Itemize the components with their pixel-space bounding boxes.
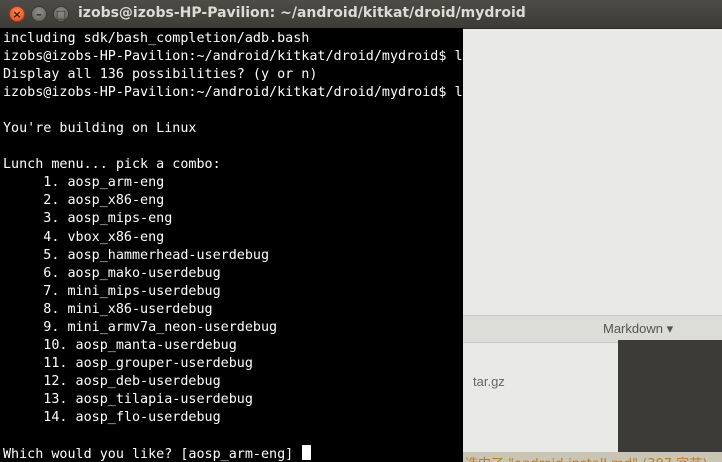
background-window: Markdown ▾ tar.gz 选中了 "android-install.m… xyxy=(463,28,722,462)
prompt-line[interactable]: Which would you like? [aosp_arm-eng] xyxy=(3,445,463,462)
terminal-line: izobs@izobs-HP-Pavilion:~/android/kitkat… xyxy=(3,85,463,101)
background-status-bar: 选中了 "android-install.md" (307 字节) xyxy=(463,452,722,462)
terminal-line: 10. aosp_manta-userdebug xyxy=(3,337,237,353)
terminal-line: 1. aosp_arm-eng xyxy=(3,175,165,191)
terminal-line: 2. aosp_x86-eng xyxy=(3,193,165,209)
markdown-dropdown[interactable]: Markdown ▾ xyxy=(603,321,673,337)
terminal-line: 12. aosp_deb-userdebug xyxy=(3,373,221,389)
terminal-line: 4. vbox_x86-eng xyxy=(3,229,165,245)
text-cursor xyxy=(302,445,312,461)
background-dark-panel xyxy=(618,340,722,452)
terminal-area[interactable]: including sdk/bash_completion/adb.bashiz… xyxy=(0,28,463,462)
terminal-line: Display all 136 possibilities? (y or n) xyxy=(3,67,318,83)
terminal-line: 14. aosp_flo-userdebug xyxy=(3,409,221,425)
terminal-line: 9. mini_armv7a_neon-userdebug xyxy=(3,319,278,335)
terminal-output: including sdk/bash_completion/adb.bashiz… xyxy=(0,28,463,462)
terminal-line: 3. aosp_mips-eng xyxy=(3,211,173,227)
terminal-line: You're building on Linux xyxy=(3,121,197,137)
close-icon[interactable]: × xyxy=(9,6,25,22)
window-titlebar: × – □ izobs@izobs-HP-Pavilion: ~/android… xyxy=(0,0,722,29)
terminal-line: izobs@izobs-HP-Pavilion:~/android/kitkat… xyxy=(3,49,463,65)
background-file-item: tar.gz xyxy=(463,348,633,418)
file-label: tar.gz xyxy=(473,374,505,389)
maximize-icon[interactable]: □ xyxy=(53,6,69,22)
terminal-line: including sdk/bash_completion/adb.bash xyxy=(3,31,310,46)
terminal-line: 13. aosp_tilapia-userdebug xyxy=(3,391,253,407)
prompt-text: Which would you like? [aosp_arm-eng] xyxy=(3,447,302,462)
terminal-line: 8. mini_x86-userdebug xyxy=(3,301,213,317)
terminal-line: 5. aosp_hammerhead-userdebug xyxy=(3,247,270,263)
background-toolbar: Markdown ▾ xyxy=(463,315,722,343)
minimize-icon[interactable]: – xyxy=(31,6,47,22)
terminal-line: 7. mini_mips-userdebug xyxy=(3,283,221,299)
window-title: izobs@izobs-HP-Pavilion: ~/android/kitka… xyxy=(78,5,526,21)
terminal-line: Lunch menu... pick a combo: xyxy=(3,157,221,173)
terminal-line: 6. aosp_mako-userdebug xyxy=(3,265,221,281)
terminal-line: 11. aosp_grouper-userdebug xyxy=(3,355,253,371)
status-text: 选中了 "android-install.md" (307 字节) xyxy=(465,453,707,462)
